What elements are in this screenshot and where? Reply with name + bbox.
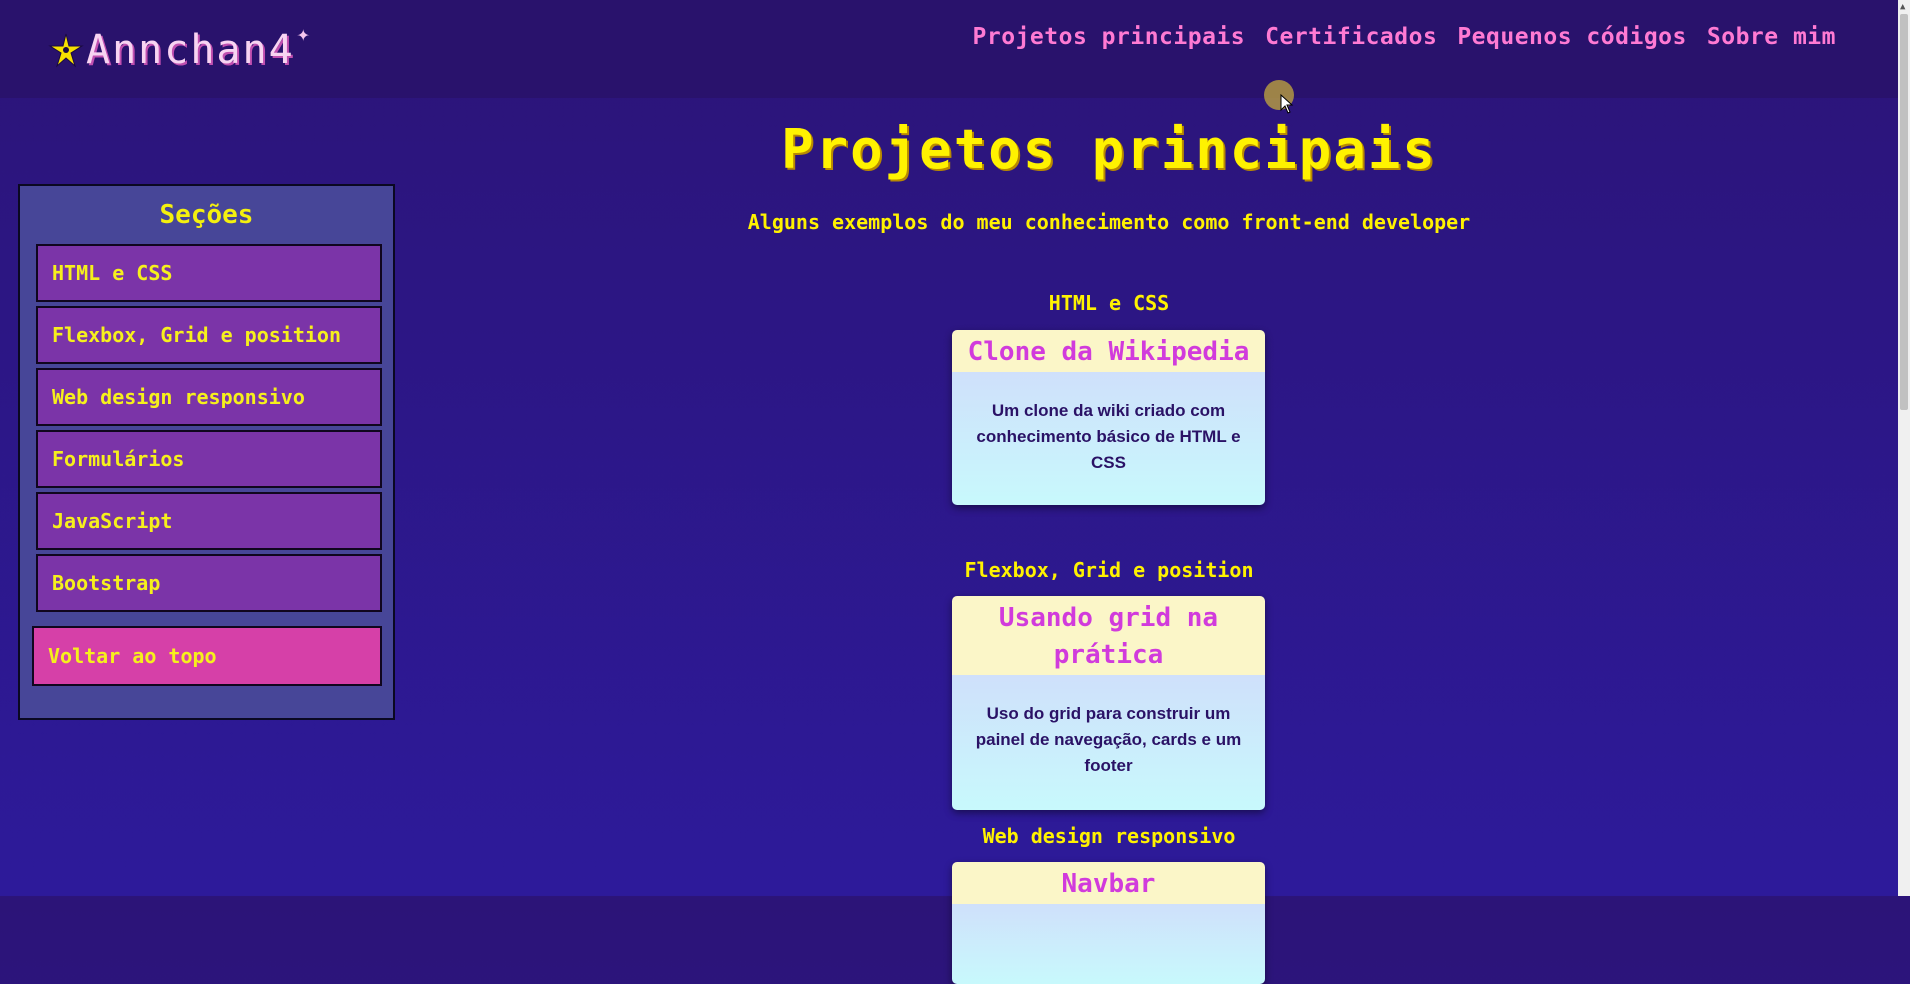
scroll-up-icon[interactable]: ▲: [1900, 2, 1908, 12]
logo-text: Annchan: [86, 27, 269, 73]
nav-link-pequenos-codigos[interactable]: Pequenos códigos: [1457, 24, 1687, 50]
card-description: [952, 904, 1265, 984]
card-description: Um clone da wiki criado com conhecimento…: [952, 372, 1265, 505]
sidebar-item-web-design[interactable]: Web design responsivo: [36, 368, 382, 426]
section-label-web-design: Web design responsivo: [982, 824, 1236, 848]
site-logo[interactable]: Annchan 4 ✦: [48, 22, 310, 78]
sidebar-title: Seções: [159, 200, 254, 230]
project-card[interactable]: Navbar: [952, 862, 1265, 984]
project-card[interactable]: Usando grid na prática Uso do grid para …: [952, 596, 1265, 810]
page-title: Projetos principais: [781, 118, 1437, 181]
page-scrollbar[interactable]: ▲: [1898, 0, 1910, 896]
site-header: Annchan 4 ✦ Projetos principais Certific…: [0, 0, 1898, 98]
nav-link-certificados[interactable]: Certificados: [1265, 24, 1437, 50]
sidebar-item-html-css[interactable]: HTML e CSS: [36, 244, 382, 302]
sections-sidebar: Seções HTML e CSS Flexbox, Grid e positi…: [18, 184, 395, 720]
sidebar-item-flexbox-grid[interactable]: Flexbox, Grid e position: [36, 306, 382, 364]
page-subtitle: Alguns exemplos do meu conhecimento como…: [747, 210, 1471, 234]
mouse-cursor-icon: [1280, 94, 1294, 114]
card-description: Uso do grid para construir um painel de …: [952, 675, 1265, 810]
section-label-flexbox-grid: Flexbox, Grid e position: [964, 558, 1254, 582]
card-title[interactable]: Clone da Wikipedia: [952, 330, 1265, 372]
logo-sparkle-icon: ✦: [296, 22, 310, 47]
section-label-html-css: HTML e CSS: [1048, 291, 1170, 315]
sidebar-item-javascript[interactable]: JavaScript: [36, 492, 382, 550]
scrollbar-thumb[interactable]: [1900, 14, 1908, 410]
sparkle-star-icon: [48, 33, 84, 68]
nav-link-projetos[interactable]: Projetos principais: [973, 24, 1246, 50]
top-nav: Projetos principais Certificados Pequeno…: [973, 24, 1836, 50]
back-to-top-button[interactable]: Voltar ao topo: [32, 626, 382, 686]
sidebar-item-formularios[interactable]: Formulários: [36, 430, 382, 488]
project-card[interactable]: Clone da Wikipedia Um clone da wiki cria…: [952, 330, 1265, 505]
logo-suffix: 4: [268, 27, 295, 73]
card-title[interactable]: Navbar: [952, 862, 1265, 904]
sidebar-item-bootstrap[interactable]: Bootstrap: [36, 554, 382, 612]
card-title[interactable]: Usando grid na prática: [952, 596, 1265, 675]
nav-link-sobre-mim[interactable]: Sobre mim: [1707, 24, 1836, 50]
